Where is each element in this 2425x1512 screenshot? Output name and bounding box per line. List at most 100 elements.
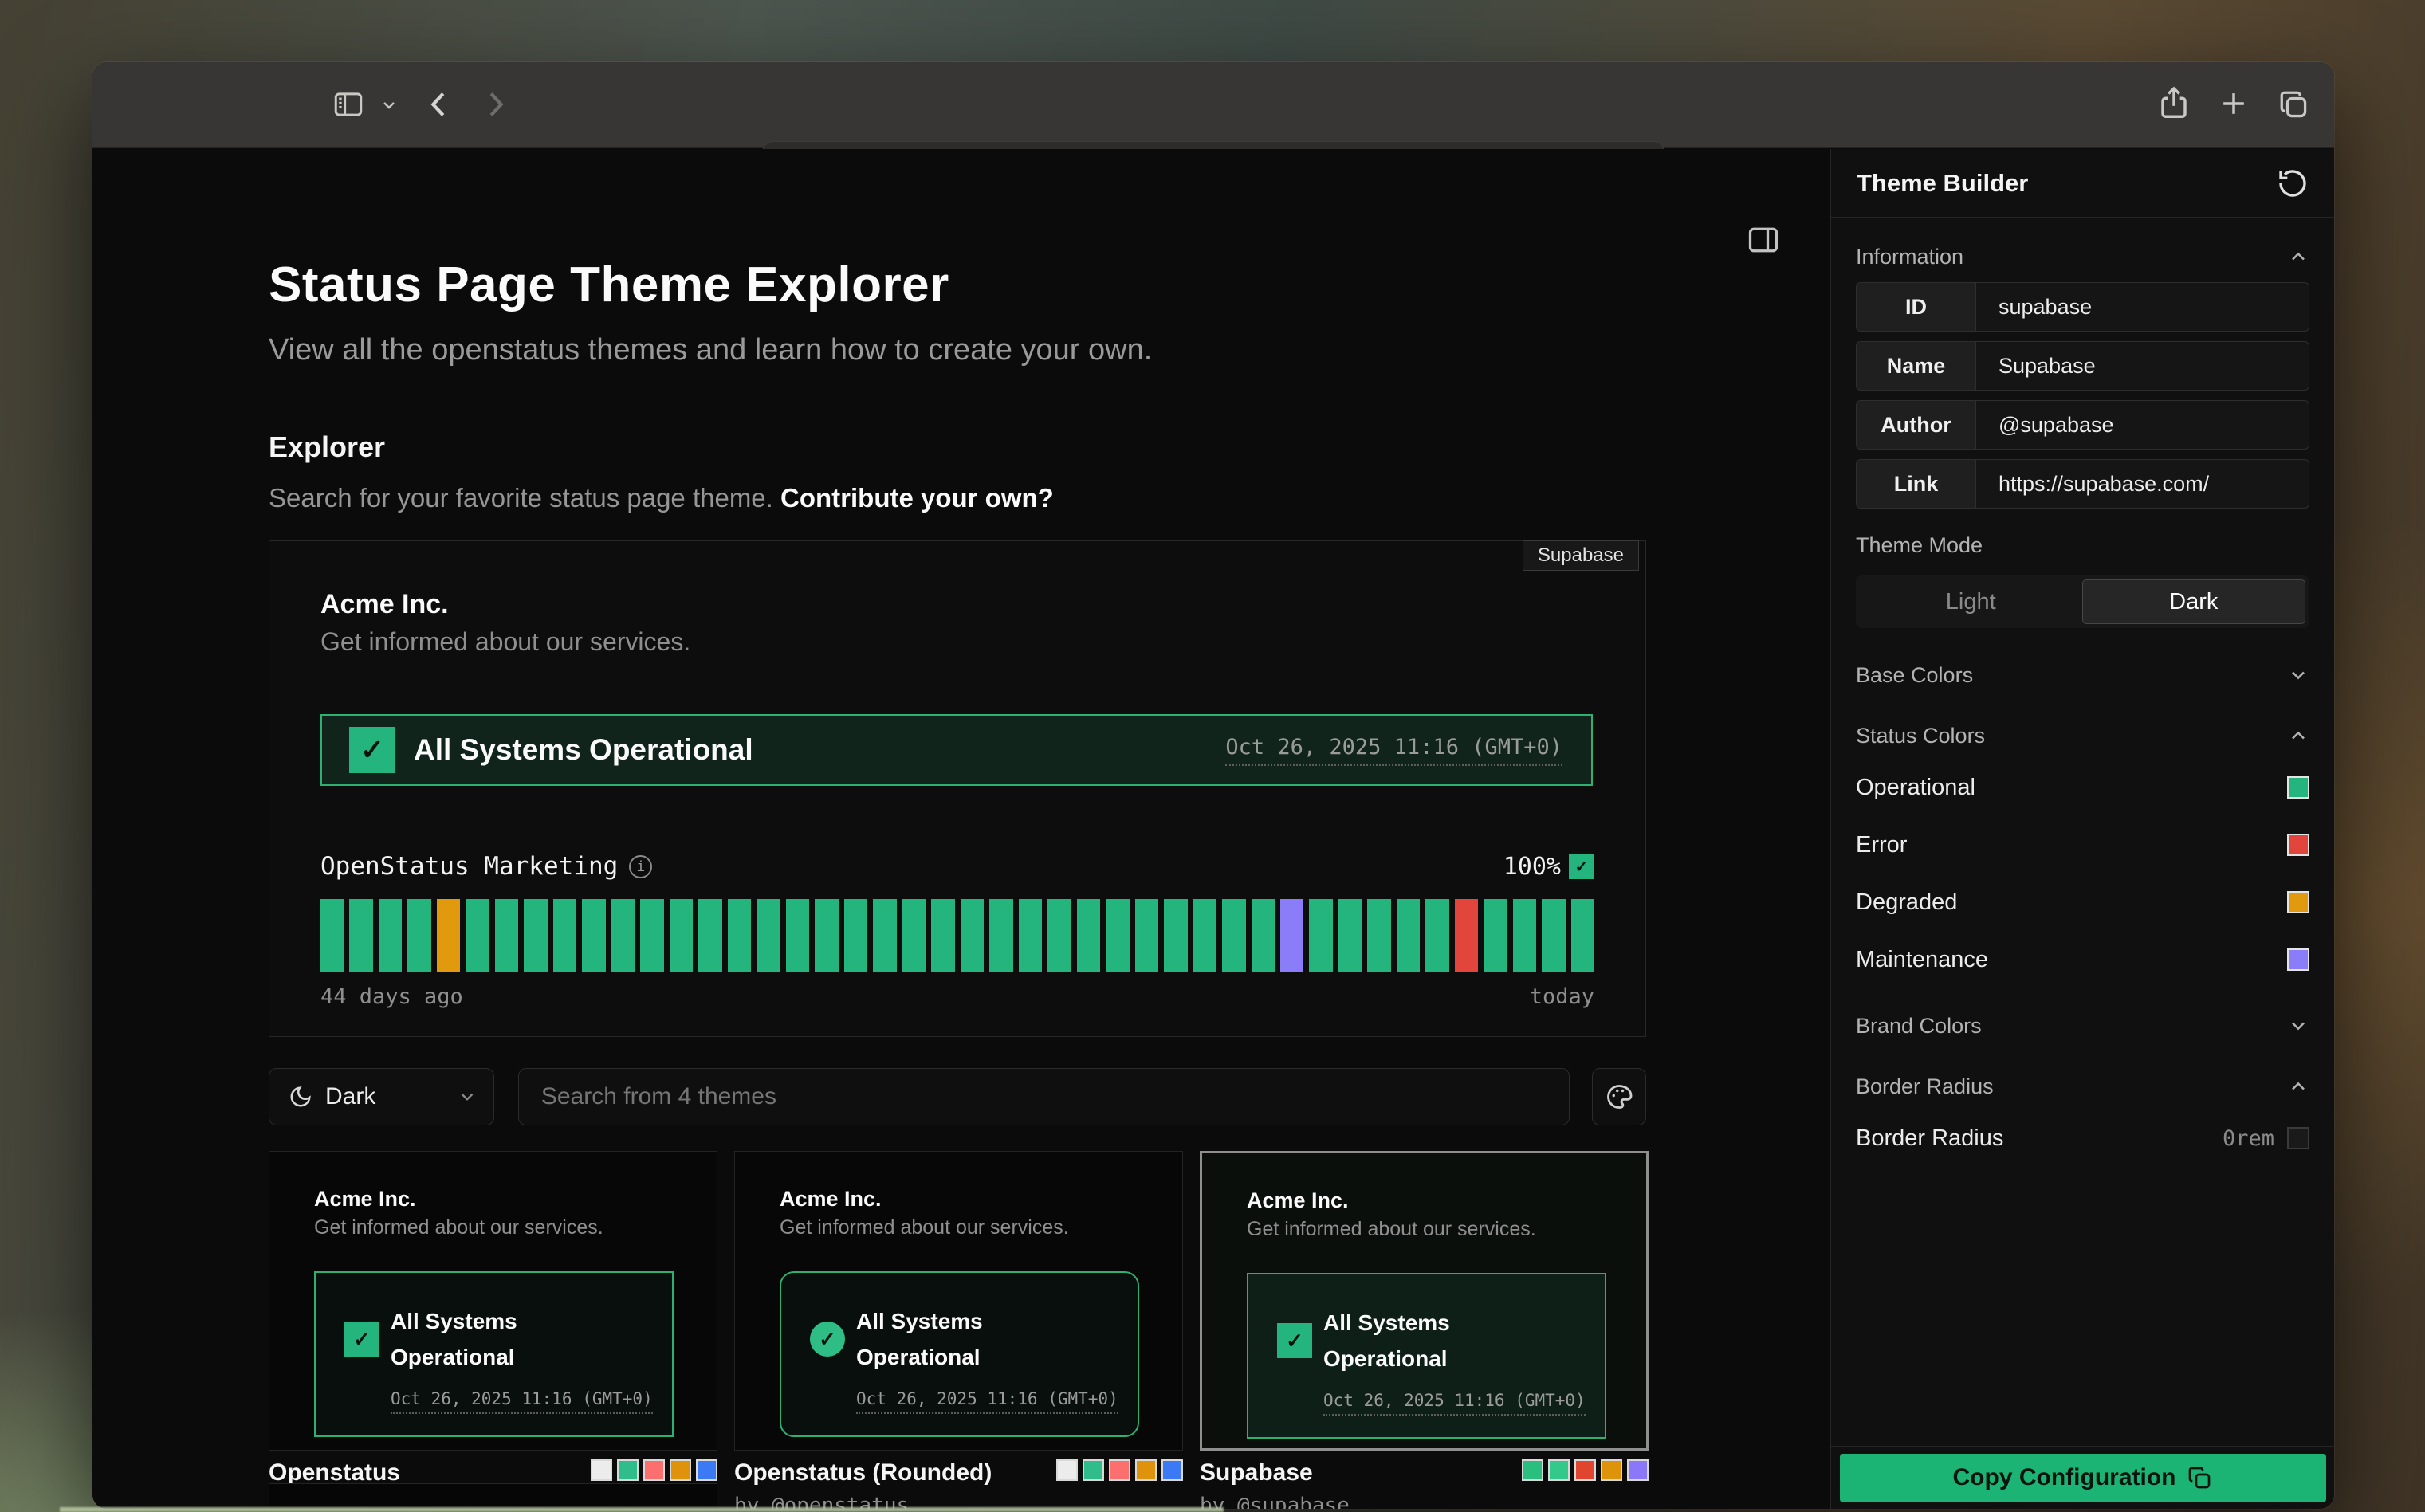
theme-builder-panel: Theme Builder Information ID supabase Na… xyxy=(1830,149,2334,1509)
uptime-bar-operational[interactable] xyxy=(1047,899,1071,972)
theme-card-openstatus[interactable]: Acme Inc. Get informed about our service… xyxy=(269,1151,717,1451)
color-swatch-maintenance[interactable] xyxy=(2287,948,2309,971)
uptime-bar-operational[interactable] xyxy=(611,899,635,972)
uptime-bar-operational[interactable] xyxy=(1106,899,1129,972)
search-input[interactable] xyxy=(519,1083,1569,1110)
theme-card-openstatus-rounded[interactable]: Acme Inc. Get informed about our service… xyxy=(734,1151,1183,1451)
uptime-bar-operational[interactable] xyxy=(698,899,721,972)
uptime-bar-operational[interactable] xyxy=(1309,899,1332,972)
copy-icon xyxy=(2187,1465,2212,1490)
card-company-name: Acme Inc. xyxy=(780,1187,882,1212)
section-border-radius[interactable]: Border Radius xyxy=(1856,1063,2309,1109)
uptime-bar-operational[interactable] xyxy=(1571,899,1594,972)
theme-mode-dropdown[interactable]: Dark xyxy=(269,1068,494,1125)
uptime-bar-operational[interactable] xyxy=(582,899,605,972)
palette-button[interactable] xyxy=(1592,1068,1646,1125)
uptime-bar-operational[interactable] xyxy=(1338,899,1362,972)
tab-overview-icon[interactable] xyxy=(2275,86,2310,121)
uptime-bar-operational[interactable] xyxy=(844,899,867,972)
uptime-bar-degraded[interactable] xyxy=(437,899,460,972)
border-radius-swatch[interactable] xyxy=(2287,1127,2309,1149)
contribute-link[interactable]: Contribute your own? xyxy=(780,483,1054,513)
uptime-percent: 100% xyxy=(1503,853,1561,881)
moon-icon xyxy=(289,1085,312,1109)
status-banner-timestamp[interactable]: Oct 26, 2025 11:16 (GMT+0) xyxy=(1225,735,1562,766)
back-button[interactable] xyxy=(421,86,458,123)
status-color-degraded: Degraded xyxy=(1856,874,2309,931)
copy-configuration-button[interactable]: Copy Configuration xyxy=(1840,1454,2326,1502)
uptime-bar-operational[interactable] xyxy=(524,899,547,972)
uptime-bar-operational[interactable] xyxy=(1222,899,1245,972)
uptime-bar-operational[interactable] xyxy=(407,899,430,972)
uptime-bar-operational[interactable] xyxy=(961,899,984,972)
section-information[interactable]: Information xyxy=(1856,241,2309,273)
theme-author: by @supabase xyxy=(1200,1494,1649,1509)
field-id-value[interactable]: supabase xyxy=(1976,283,2309,331)
uptime-bar-operational[interactable] xyxy=(1135,899,1158,972)
status-color-label: Degraded xyxy=(1856,890,1957,916)
uptime-bar-operational[interactable] xyxy=(728,899,751,972)
section-brand-colors[interactable]: Brand Colors xyxy=(1856,1003,2309,1049)
section-base-colors-label: Base Colors xyxy=(1856,663,1973,688)
uptime-bar-operational[interactable] xyxy=(466,899,489,972)
color-swatch-operational[interactable] xyxy=(2287,776,2309,799)
uptime-bar-operational[interactable] xyxy=(815,899,838,972)
uptime-bar-operational[interactable] xyxy=(670,899,693,972)
sidebar-menu-chevron-icon[interactable] xyxy=(379,96,399,115)
theme-mode-light[interactable]: Light xyxy=(1860,579,2082,624)
status-banner: ✓ All Systems Operational Oct 26, 2025 1… xyxy=(320,714,1593,786)
sidebar-toggle-icon[interactable] xyxy=(332,88,365,121)
info-icon[interactable]: i xyxy=(629,855,652,878)
color-swatch-error[interactable] xyxy=(2287,834,2309,856)
uptime-bar-operational[interactable] xyxy=(989,899,1012,972)
uptime-bar-operational[interactable] xyxy=(1513,899,1536,972)
card-timestamp: Oct 26, 2025 11:16 (GMT+0) xyxy=(391,1389,653,1414)
theme-color-swatch xyxy=(591,1459,612,1481)
reset-icon[interactable] xyxy=(2277,167,2309,199)
uptime-bar-operational[interactable] xyxy=(1077,899,1100,972)
forward-button[interactable] xyxy=(477,86,513,123)
theme-preview-card: Supabase Acme Inc. Get informed about ou… xyxy=(269,540,1646,1037)
uptime-bar-operational[interactable] xyxy=(1019,899,1042,972)
uptime-bar-operational[interactable] xyxy=(757,899,780,972)
uptime-bar-operational[interactable] xyxy=(379,899,402,972)
theme-color-swatch xyxy=(1109,1459,1130,1481)
uptime-bar-operational[interactable] xyxy=(320,899,344,972)
uptime-bar-operational[interactable] xyxy=(640,899,663,972)
theme-color-swatch xyxy=(1135,1459,1157,1481)
field-link-value[interactable]: https://supabase.com/ xyxy=(1976,460,2309,508)
uptime-bar-error[interactable] xyxy=(1455,899,1478,972)
field-id: ID supabase xyxy=(1856,282,2309,332)
share-icon[interactable] xyxy=(2156,84,2192,121)
uptime-bar-operational[interactable] xyxy=(495,899,518,972)
uptime-bar-operational[interactable] xyxy=(1164,899,1187,972)
color-swatch-degraded[interactable] xyxy=(2287,891,2309,913)
section-status-colors[interactable]: Status Colors xyxy=(1856,713,2309,759)
uptime-bar-operational[interactable] xyxy=(873,899,896,972)
theme-mode-dark[interactable]: Dark xyxy=(2082,579,2306,624)
theme-search xyxy=(518,1068,1570,1125)
field-name-value[interactable]: Supabase xyxy=(1976,342,2309,390)
uptime-bar-operational[interactable] xyxy=(786,899,809,972)
uptime-bar-operational[interactable] xyxy=(1484,899,1507,972)
field-author-value[interactable]: @supabase xyxy=(1976,401,2309,449)
uptime-bar-operational[interactable] xyxy=(349,899,372,972)
uptime-bar-operational[interactable] xyxy=(1252,899,1275,972)
uptime-bar-operational[interactable] xyxy=(902,899,926,972)
theme-card-partial[interactable]: Acme Inc. Get informed about our service… xyxy=(269,1483,717,1509)
collapse-panel-icon[interactable] xyxy=(1746,222,1781,257)
uptime-bar-operational[interactable] xyxy=(931,899,954,972)
uptime-bar-operational[interactable] xyxy=(1193,899,1216,972)
card-timestamp: Oct 26, 2025 11:16 (GMT+0) xyxy=(1323,1391,1586,1416)
uptime-bar-operational[interactable] xyxy=(1397,899,1420,972)
uptime-bar-operational[interactable] xyxy=(553,899,576,972)
theme-color-swatch xyxy=(1627,1459,1649,1481)
field-name-label: Name xyxy=(1857,342,1976,390)
theme-card-supabase-selected[interactable]: Acme Inc. Get informed about our service… xyxy=(1200,1151,1649,1451)
uptime-bar-maintenance[interactable] xyxy=(1280,899,1303,972)
uptime-bar-operational[interactable] xyxy=(1542,899,1565,972)
uptime-bar-operational[interactable] xyxy=(1425,899,1448,972)
uptime-bar-operational[interactable] xyxy=(1367,899,1390,972)
section-base-colors[interactable]: Base Colors xyxy=(1856,652,2309,698)
new-tab-icon[interactable] xyxy=(2216,86,2251,121)
